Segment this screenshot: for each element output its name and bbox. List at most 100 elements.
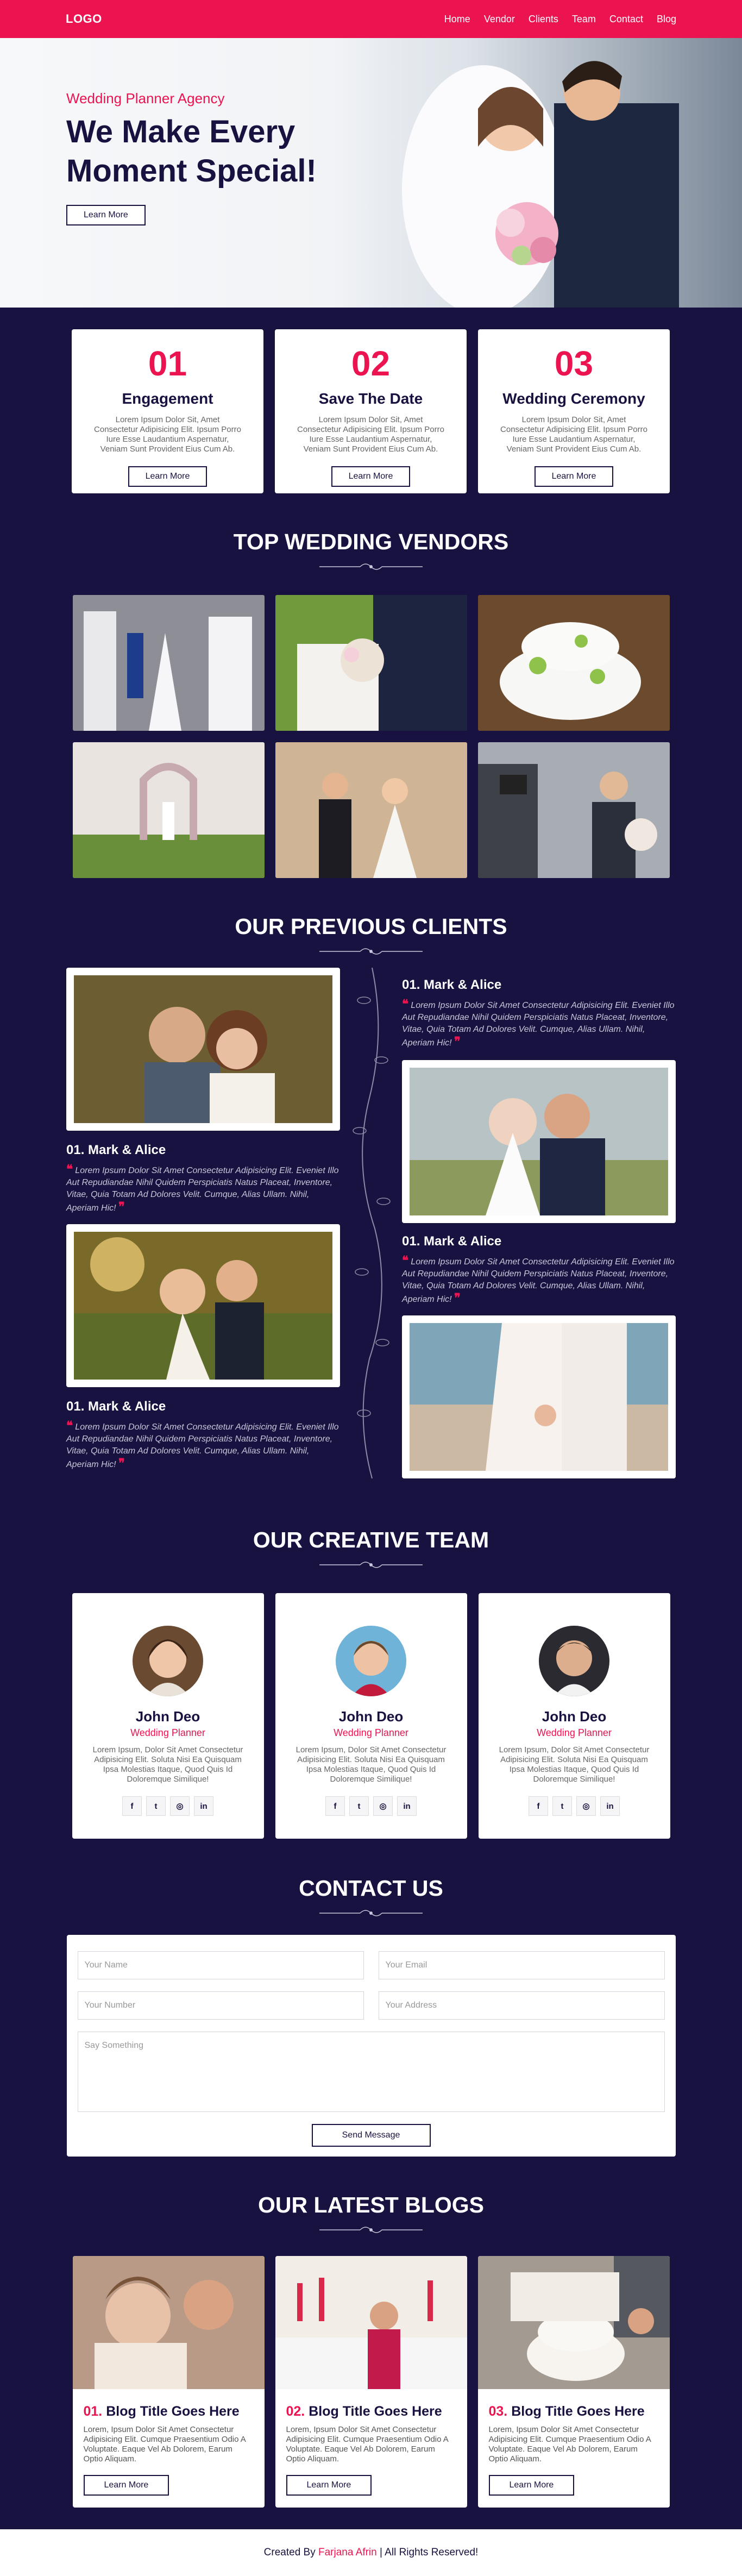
blog-card: 02. Blog Title Goes Here Lorem, Ipsum Do…: [275, 2256, 467, 2508]
number-field[interactable]: Your Number: [77, 1991, 364, 2020]
nav-link-team[interactable]: Team: [572, 14, 596, 25]
flourish-divider-icon: [319, 563, 423, 570]
quote-open-icon: ❝: [402, 997, 408, 1011]
team-member-name: John Deo: [338, 1708, 404, 1725]
blog-number: 03.: [488, 2404, 508, 2419]
vendors-section: TOP WEDDING VENDORS: [0, 493, 742, 878]
step-learn-more-button[interactable]: Learn More: [128, 466, 207, 487]
message-textarea[interactable]: Say Something: [77, 2032, 665, 2112]
blog-learn-more-button[interactable]: Learn More: [286, 2475, 372, 2496]
twitter-icon[interactable]: t: [146, 1796, 166, 1816]
blog-number: 01.: [83, 2404, 103, 2419]
team-member-bio: Lorem Ipsum, Dolor Sit Amet Consectetur …: [499, 1745, 650, 1784]
vine-divider-icon: [353, 968, 391, 1478]
avatar: [539, 1626, 609, 1696]
social-links: f t ◎ in: [72, 1796, 264, 1816]
steps-section: 01 Engagement Lorem Ipsum Dolor Sit, Ame…: [0, 308, 742, 493]
blog-card: 03. Blog Title Goes Here Lorem, Ipsum Do…: [477, 2256, 670, 2508]
client-quote-text: Lorem Ipsum Dolor Sit Amet Consectetur A…: [66, 1166, 339, 1213]
nav-link-vendor[interactable]: Vendor: [484, 14, 515, 25]
social-links: f t ◎ in: [479, 1796, 670, 1816]
blog-title-text: Blog Title Goes Here: [106, 2404, 240, 2419]
client-name: 01. Mark & Alice: [402, 977, 502, 992]
flourish-divider-icon: [319, 948, 423, 955]
logo[interactable]: LOGO: [66, 12, 102, 26]
top-nav: LOGO Home Vendor Clients Team Contact Bl…: [0, 0, 742, 38]
blog-number: 02.: [286, 2404, 305, 2419]
client-photo[interactable]: [66, 1224, 340, 1387]
vendor-photo-photographer[interactable]: [477, 742, 670, 878]
blog-learn-more-button[interactable]: Learn More: [488, 2475, 575, 2496]
client-photo[interactable]: [66, 968, 340, 1131]
step-learn-more-button[interactable]: Learn More: [534, 466, 614, 487]
team-card: John Deo Wedding Planner Lorem Ipsum, Do…: [72, 1593, 264, 1839]
blog-learn-more-button[interactable]: Learn More: [83, 2475, 169, 2496]
hero-text: Wedding Planner Agency We Make Every Mom…: [66, 90, 370, 225]
step-title: Wedding Ceremony: [502, 390, 645, 407]
nav-link-clients[interactable]: Clients: [529, 14, 558, 25]
clients-title: OUR PREVIOUS CLIENTS: [235, 914, 507, 939]
vendor-photo-bouquet[interactable]: [275, 595, 467, 731]
team-member-bio: Lorem Ipsum, Dolor Sit Amet Consectetur …: [92, 1745, 243, 1784]
quote-close-icon: ❞: [454, 1035, 461, 1048]
footer: Created By Farjana Afrin | All Rights Re…: [0, 2529, 742, 2576]
client-name: 01. Mark & Alice: [66, 1399, 166, 1414]
address-field[interactable]: Your Address: [378, 1991, 665, 2020]
hero-title: We Make Every Moment Special!: [66, 114, 317, 189]
blog-card: 01. Blog Title Goes Here Lorem, Ipsum Do…: [72, 2256, 265, 2508]
footer-author-link[interactable]: Farjana Afrin: [318, 2547, 377, 2559]
quote-close-icon: ❞: [118, 1200, 125, 1213]
clients-timeline: 01. Mark & Alice ❝ Lorem Ipsum Dolor Sit…: [0, 968, 742, 1506]
linkedin-icon[interactable]: in: [194, 1796, 213, 1816]
step-learn-more-button[interactable]: Learn More: [331, 466, 411, 487]
step-card: 01 Engagement Lorem Ipsum Dolor Sit, Ame…: [72, 329, 263, 493]
client-quote: ❝ Lorem Ipsum Dolor Sit Amet Consectetur…: [66, 1420, 343, 1471]
nav-link-blog[interactable]: Blog: [657, 14, 676, 25]
send-message-button[interactable]: Send Message: [311, 2124, 431, 2147]
facebook-icon[interactable]: f: [325, 1796, 345, 1816]
blog-title: 03. Blog Title Goes Here: [478, 2392, 670, 2420]
nav-link-contact[interactable]: Contact: [609, 14, 643, 25]
team-member-name: John Deo: [135, 1708, 200, 1725]
linkedin-icon[interactable]: in: [600, 1796, 620, 1816]
hero-learn-more-button[interactable]: Learn More: [66, 205, 146, 225]
blog-image[interactable]: [72, 2256, 265, 2389]
step-text: Lorem Ipsum Dolor Sit, Amet Consectetur …: [94, 415, 241, 454]
vendor-photo-cake[interactable]: [477, 595, 670, 731]
email-field[interactable]: Your Email: [378, 1951, 665, 1979]
step-text: Lorem Ipsum Dolor Sit, Amet Consectetur …: [297, 415, 444, 454]
quote-close-icon: ❞: [118, 1456, 125, 1470]
blog-image[interactable]: [477, 2256, 670, 2389]
client-quote: ❝ Lorem Ipsum Dolor Sit Amet Consectetur…: [402, 1255, 679, 1306]
client-quote-text: Lorem Ipsum Dolor Sit Amet Consectetur A…: [402, 1257, 675, 1304]
step-card: 02 Save The Date Lorem Ipsum Dolor Sit, …: [275, 329, 467, 493]
name-field[interactable]: Your Name: [77, 1951, 364, 1979]
client-photo[interactable]: [402, 1315, 676, 1478]
instagram-icon[interactable]: ◎: [576, 1796, 596, 1816]
footer-suffix: | All Rights Reserved!: [380, 2547, 479, 2558]
facebook-icon[interactable]: f: [529, 1796, 548, 1816]
instagram-icon[interactable]: ◎: [373, 1796, 393, 1816]
team-member-bio: Lorem Ipsum, Dolor Sit Amet Consectetur …: [295, 1745, 447, 1784]
flourish-divider-icon: [319, 2227, 423, 2233]
twitter-icon[interactable]: t: [349, 1796, 369, 1816]
nav-link-home[interactable]: Home: [444, 14, 470, 25]
facebook-icon[interactable]: f: [122, 1796, 142, 1816]
linkedin-icon[interactable]: in: [397, 1796, 417, 1816]
hero-subtitle: Wedding Planner Agency: [66, 90, 225, 106]
contact-form: Your Name Your Email Your Number Your Ad…: [66, 1935, 676, 2157]
team-section: OUR CREATIVE TEAM John Deo Wedding Plann…: [0, 1506, 742, 1839]
vendor-photo-venue[interactable]: [72, 742, 265, 878]
blog-image[interactable]: [275, 2256, 467, 2389]
contact-section: CONTACT US Your Name Your Email Your Num…: [0, 1839, 742, 2157]
client-photo[interactable]: [402, 1060, 676, 1223]
twitter-icon[interactable]: t: [552, 1796, 572, 1816]
team-member-name: John Deo: [542, 1708, 607, 1725]
quote-close-icon: ❞: [454, 1291, 461, 1305]
vendor-photo-bridal-shop[interactable]: [72, 595, 265, 731]
step-title: Save The Date: [318, 390, 423, 407]
client-name: 01. Mark & Alice: [66, 1143, 166, 1157]
vendor-photo-couple-dance[interactable]: [275, 742, 467, 878]
step-number: 02: [351, 344, 391, 383]
instagram-icon[interactable]: ◎: [170, 1796, 190, 1816]
